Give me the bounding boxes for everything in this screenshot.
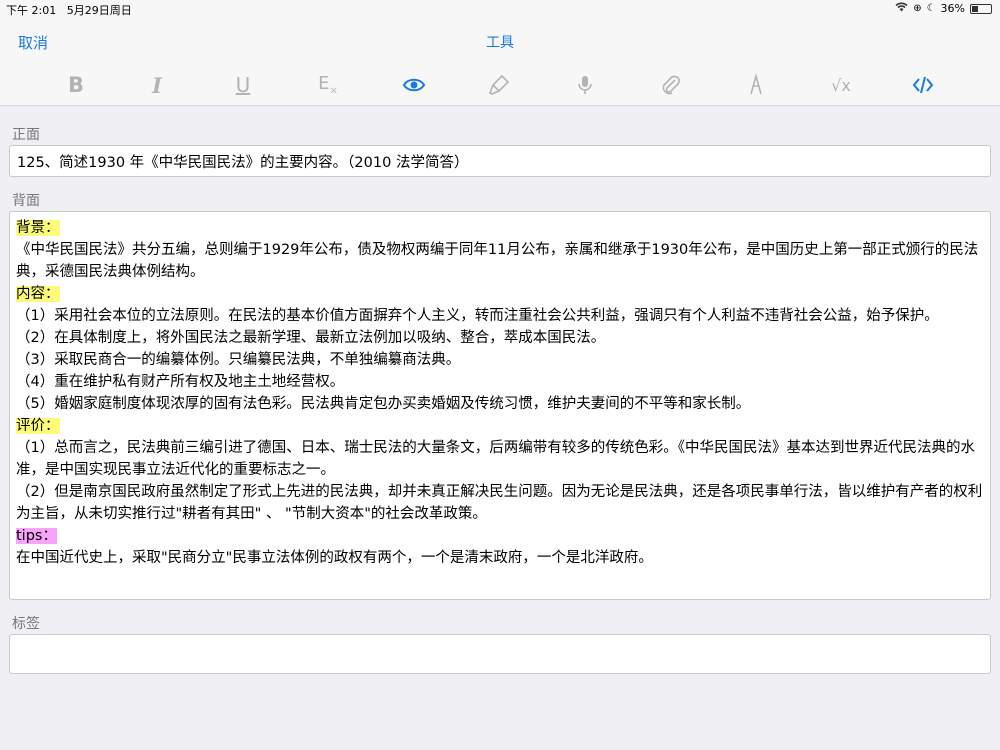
attach-button[interactable] — [656, 72, 686, 98]
status-time: 下午 2:01 — [6, 4, 57, 17]
code-button[interactable] — [908, 72, 938, 98]
paragraph-background: 《中华民国民法》共分五编，总则编于1929年公布，债及物权两编于同年11月公布，… — [16, 242, 979, 280]
nav-bar: 工具 取消 — [0, 20, 1000, 64]
content-item-1: （1）采用社会本位的立法原则。在民法的基本价值方面摒弃个人主义，转而注重社会公共… — [16, 308, 939, 324]
moon-icon: ☾ — [926, 3, 936, 14]
status-date: 5月29日周日 — [66, 4, 132, 17]
battery-percent: 36% — [940, 2, 965, 15]
orientation-lock-icon: ⊕ — [913, 3, 922, 14]
underline-icon: U — [235, 73, 251, 97]
evaluation-item-1: （1）总而言之，民法典前三编引进了德国、日本、瑞士民法的大量条文，后两编带有较多… — [16, 440, 975, 478]
heading-evaluation: 评价： — [16, 418, 60, 434]
wifi-icon — [895, 2, 908, 15]
clear-format-icon: E× — [318, 73, 338, 97]
italic-icon: I — [152, 72, 162, 98]
heading-background: 背景： — [16, 220, 60, 236]
preview-button[interactable] — [399, 72, 429, 98]
paperclip-icon — [662, 75, 680, 95]
front-label: 正面 — [12, 127, 40, 143]
underline-button[interactable]: U — [228, 72, 258, 98]
draw-button[interactable] — [741, 72, 771, 98]
microphone-icon — [578, 76, 592, 94]
tags-input[interactable] — [9, 634, 991, 674]
brush-button[interactable] — [484, 72, 514, 98]
status-right: ⊕ ☾ 36% — [895, 2, 992, 15]
content-item-2: （2）在具体制度上，将外国民法之最新学理、最新立法例加以吸纳、整合，萃成本国民法… — [16, 330, 606, 346]
bold-button[interactable]: B — [61, 72, 91, 98]
record-button[interactable] — [570, 72, 600, 98]
front-field[interactable]: 125、简述1930 年《中华民国民法》的主要内容。（2010 法学简答） — [9, 145, 991, 177]
nav-title[interactable]: 工具 — [0, 32, 1000, 52]
tags-label: 标签 — [12, 616, 40, 632]
tips-text: 在中国近代史上，采取"民商分立"民事立法体例的政权有两个，一个是清末政府，一个是… — [16, 550, 653, 566]
cancel-button[interactable]: 取消 — [18, 32, 48, 53]
front-text: 125、简述1930 年《中华民国民法》的主要内容。（2010 法学简答） — [17, 155, 469, 171]
back-label: 背面 — [12, 193, 40, 209]
heading-content: 内容： — [16, 286, 60, 302]
eye-icon — [402, 78, 426, 92]
draw-icon — [750, 73, 762, 95]
content-item-5: （5）婚姻家庭制度体现浓厚的固有法色彩。民法典肯定包办买卖婚姻及传统习惯，维护夫… — [16, 396, 751, 412]
status-bar: 下午 2:01 5月29日周日 ⊕ ☾ 36% — [0, 0, 1000, 20]
evaluation-item-2: （2）但是南京国民政府虽然制定了形式上先进的民法典，却并未真正解决民生问题。因为… — [16, 484, 983, 522]
back-field[interactable]: 背景： 《中华民国民法》共分五编，总则编于1929年公布，债及物权两编于同年11… — [9, 211, 991, 600]
brush-icon — [488, 74, 510, 95]
math-icon: √x — [831, 75, 851, 95]
status-left: 下午 2:01 5月29日周日 — [6, 2, 132, 18]
heading-tips: tips： — [16, 528, 57, 544]
code-icon — [912, 76, 934, 94]
format-toolbar: B I U E× √x — [0, 64, 1000, 106]
battery-icon — [970, 3, 992, 14]
bold-icon: B — [67, 73, 84, 97]
content-item-3: （3）采取民商合一的编纂体例。只编纂民法典，不单独编纂商法典。 — [16, 352, 461, 368]
math-button[interactable]: √x — [826, 72, 856, 98]
content-item-4: （4）重在维护私有财产所有权及地主土地经营权。 — [16, 374, 345, 390]
clear-format-button[interactable]: E× — [313, 72, 343, 98]
italic-button[interactable]: I — [142, 72, 172, 98]
